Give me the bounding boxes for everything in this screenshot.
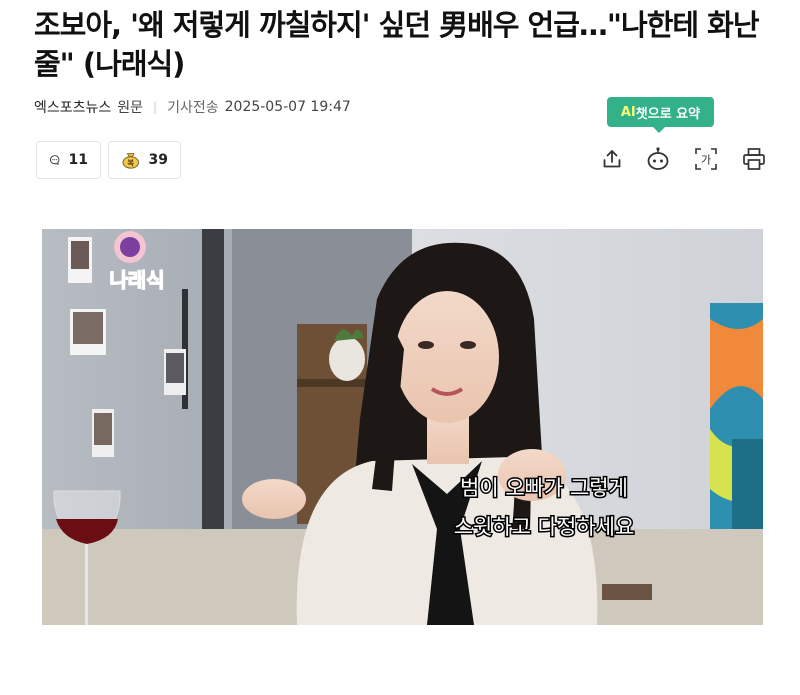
article-title: 조보아, '왜 저렇게 까칠하지' 싶던 男배우 언급…"나한테 화난 줄" (… (34, 8, 760, 81)
article-meta: 엑스포츠뉴스 원문 | 기사전송 2025-05-07 19:47 (34, 97, 351, 117)
comment-icon (49, 155, 60, 165)
original-link[interactable]: 원문 (117, 97, 143, 117)
svg-text:복: 복 (127, 158, 134, 167)
font-size-button[interactable]: 가 (692, 145, 720, 173)
ai-summary-button[interactable] (644, 145, 672, 173)
article-photo: 나래식 범이 오빠가 그렇게 스윗하고 다정하세요 (42, 229, 763, 625)
ai-tooltip-text: 챗으로 요약 (635, 106, 701, 122)
subtitle-line-2: 스윗하고 다정하세요 (454, 515, 635, 539)
font-size-icon: 가 (695, 148, 717, 170)
reaction-button[interactable]: 복 39 (108, 141, 181, 179)
publish-datetime: 2025-05-07 19:47 (224, 99, 351, 115)
robot-icon (647, 147, 669, 170)
photo-scene: 나래식 범이 오빠가 그렇게 스윗하고 다정하세요 (42, 229, 763, 625)
comment-button[interactable]: 11 (36, 141, 101, 179)
meta-divider: | (153, 100, 158, 114)
sent-label: 기사전송 (167, 100, 219, 116)
print-button[interactable] (740, 145, 768, 173)
ai-summary-tooltip[interactable]: AI 챗으로 요약 (607, 97, 714, 133)
ai-label: AI (620, 104, 636, 120)
reaction-count: 39 (148, 152, 168, 168)
share-button[interactable] (598, 145, 626, 173)
money-bag-icon: 복 (122, 153, 139, 169)
show-logo-text: 나래식 (109, 268, 164, 292)
print-icon (743, 148, 765, 170)
comment-count: 11 (68, 152, 88, 168)
svg-text:가: 가 (701, 154, 711, 167)
press-name[interactable]: 엑스포츠뉴스 (34, 97, 111, 117)
share-icon (603, 150, 621, 168)
subtitle-line-1: 범이 오빠가 그렇게 (460, 476, 628, 500)
